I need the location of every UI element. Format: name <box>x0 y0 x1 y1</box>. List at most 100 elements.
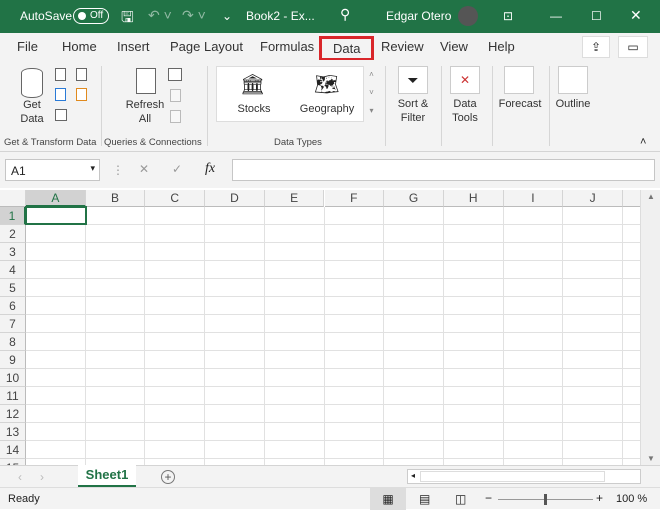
cancel-icon[interactable]: ✕ <box>139 162 149 176</box>
share-icon[interactable]: ⇪ <box>582 36 610 58</box>
tab-file[interactable]: File <box>17 39 38 54</box>
minimize-icon[interactable]: — <box>550 9 562 23</box>
tab-data[interactable]: Data <box>319 36 375 61</box>
row-gridline <box>26 404 640 405</box>
column-header[interactable]: G <box>384 190 444 207</box>
tab-view[interactable]: View <box>440 39 468 54</box>
ribbon-display-icon[interactable]: ⊡ <box>503 9 513 23</box>
from-text-icon[interactable] <box>55 68 66 81</box>
data-tools-button[interactable]: Data Tools <box>443 97 487 125</box>
row-header[interactable]: 6 <box>0 297 26 315</box>
row-header[interactable]: 1 <box>0 207 26 225</box>
data-tools-icon: ✕ <box>450 66 480 94</box>
formula-bar: A1 ▾ ⋮ ✕ ✓ fx <box>0 152 660 188</box>
next-sheet-icon[interactable]: › <box>40 470 44 484</box>
spreadsheet-grid[interactable]: ABCDEFGHIJ123456789101112131415 <box>0 190 640 465</box>
column-header[interactable]: J <box>563 190 623 207</box>
zoom-out-button[interactable]: − <box>485 491 492 505</box>
row-header[interactable]: 12 <box>0 405 26 423</box>
row-header[interactable]: 14 <box>0 441 26 459</box>
column-header[interactable]: D <box>205 190 265 207</box>
recent-sources-icon[interactable] <box>76 68 87 81</box>
queries-connections-icon[interactable] <box>168 68 182 81</box>
column-header[interactable]: H <box>443 190 504 207</box>
from-table-icon[interactable] <box>55 109 67 121</box>
forecast-button[interactable]: Forecast <box>494 97 546 111</box>
save-icon[interactable]: 🖫 <box>121 7 134 32</box>
redo-icon[interactable]: ↷ ˅ <box>182 7 206 24</box>
row-gridline <box>26 332 640 333</box>
selected-cell-a1[interactable] <box>25 206 87 225</box>
close-icon[interactable]: ✕ <box>630 7 642 24</box>
prev-sheet-icon[interactable]: ‹ <box>18 470 22 484</box>
status-text: Ready <box>8 493 40 505</box>
row-header[interactable]: 8 <box>0 333 26 351</box>
sheet-tab[interactable]: Sheet1 <box>78 465 136 487</box>
customize-qat-icon[interactable]: ⌄ <box>222 9 232 23</box>
row-header[interactable]: 3 <box>0 243 26 261</box>
enter-icon[interactable]: ✓ <box>172 162 182 176</box>
column-header[interactable]: B <box>85 190 146 207</box>
existing-connections-icon[interactable] <box>76 88 87 101</box>
sort-filter-button[interactable]: Sort & Filter <box>390 97 436 125</box>
stocks-button[interactable]: Stocks <box>230 102 278 116</box>
gallery-scroll[interactable]: ˄ ˅ ▾ <box>365 66 378 122</box>
name-box[interactable]: A1 ▾ <box>5 159 100 181</box>
get-data-button[interactable]: Get Data <box>8 98 56 126</box>
row-gridline <box>26 224 640 225</box>
row-header[interactable]: 13 <box>0 423 26 441</box>
avatar[interactable] <box>458 6 478 26</box>
row-header[interactable]: 11 <box>0 387 26 405</box>
row-gridline <box>26 440 640 441</box>
column-header[interactable] <box>623 190 640 207</box>
column-header[interactable]: C <box>145 190 206 207</box>
insert-function-button[interactable]: fx <box>205 161 215 177</box>
forecast-icon <box>504 66 534 94</box>
column-header[interactable]: I <box>503 190 564 207</box>
tab-insert[interactable]: Insert <box>117 39 150 54</box>
column-header[interactable]: A <box>26 190 86 207</box>
undo-icon[interactable]: ↶ ˅ <box>148 7 172 24</box>
horizontal-scrollbar[interactable]: ◂ <box>407 469 641 484</box>
zoom-slider[interactable] <box>498 494 593 505</box>
add-sheet-button[interactable]: + <box>161 470 175 484</box>
formula-input[interactable] <box>232 159 655 181</box>
maximize-icon[interactable]: ☐ <box>591 9 602 23</box>
tab-help[interactable]: Help <box>488 39 515 54</box>
geography-button[interactable]: Geography <box>294 102 360 116</box>
row-header[interactable]: 9 <box>0 351 26 369</box>
column-header[interactable]: E <box>264 190 325 207</box>
normal-view-icon[interactable]: ▦ <box>370 488 406 510</box>
row-header[interactable]: 7 <box>0 315 26 333</box>
column-header[interactable]: F <box>324 190 385 207</box>
group-data-types: Data Types <box>274 137 322 148</box>
row-header[interactable]: 10 <box>0 369 26 387</box>
name-box-value: A1 <box>11 164 26 178</box>
row-header[interactable]: 4 <box>0 261 26 279</box>
zoom-level[interactable]: 100 % <box>616 493 647 505</box>
tab-page-layout[interactable]: Page Layout <box>170 39 243 54</box>
vertical-scrollbar[interactable]: ▲ ▼ <box>640 190 660 465</box>
ribbon-tabs: File Home Insert Page Layout Formulas Da… <box>0 33 660 61</box>
select-all-corner[interactable] <box>0 190 26 207</box>
from-web-icon[interactable] <box>55 88 66 101</box>
row-header[interactable]: 5 <box>0 279 26 297</box>
tab-formulas[interactable]: Formulas <box>260 39 314 54</box>
column-gridline <box>204 207 206 465</box>
outline-button[interactable]: Outline <box>550 97 596 111</box>
zoom-in-button[interactable]: + <box>596 491 603 505</box>
search-icon[interactable]: ⚲ <box>340 6 350 23</box>
autosave-toggle[interactable]: Off <box>73 8 109 24</box>
column-gridline <box>442 207 444 465</box>
filter-icon: ⏷ <box>398 66 428 94</box>
group-get-transform: Get & Transform Data <box>4 137 97 148</box>
user-name[interactable]: Edgar Otero <box>386 9 451 23</box>
row-header[interactable]: 2 <box>0 225 26 243</box>
page-layout-view-icon[interactable]: ▤ <box>419 492 430 506</box>
comments-icon[interactable]: ▭ <box>618 36 648 58</box>
tab-review[interactable]: Review <box>381 39 424 54</box>
collapse-ribbon-icon[interactable]: ˄ <box>640 136 646 148</box>
tab-home[interactable]: Home <box>62 39 97 54</box>
refresh-all-button[interactable]: Refresh All <box>120 98 170 126</box>
page-break-view-icon[interactable]: ◫ <box>455 492 466 506</box>
